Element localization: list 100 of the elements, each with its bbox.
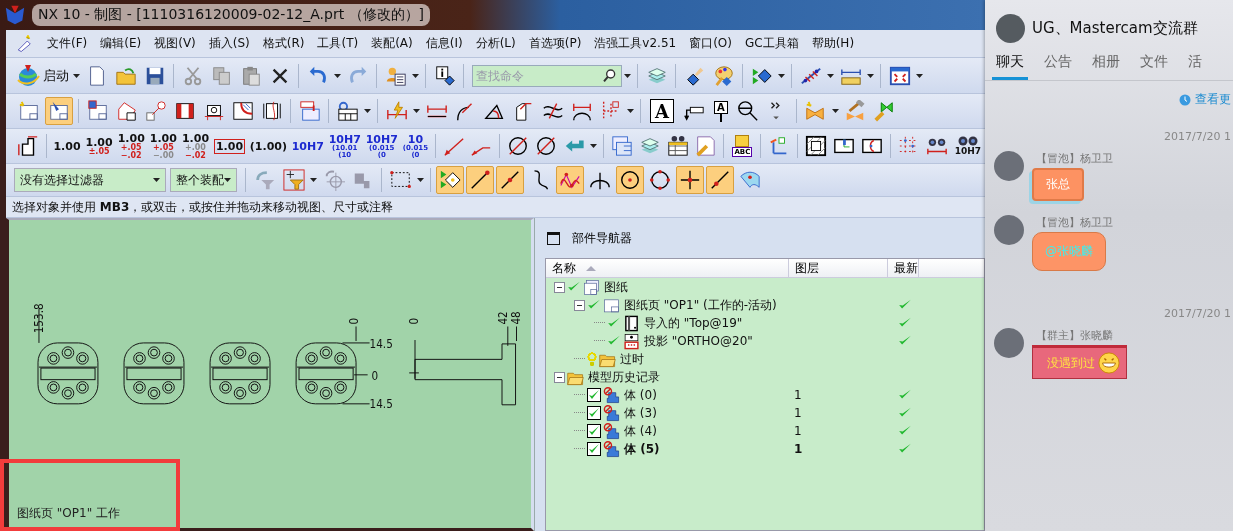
filter-dropdown[interactable]: 整个装配 bbox=[170, 168, 237, 192]
menu-item[interactable]: 工具(T) bbox=[317, 35, 359, 52]
menu-item[interactable]: 格式(R) bbox=[262, 35, 305, 52]
search-field[interactable]: 查找命令 bbox=[472, 64, 622, 87]
menu-item[interactable]: 帮助(H) bbox=[811, 35, 855, 52]
update-view-icon[interactable] bbox=[298, 100, 321, 122]
chat-tab[interactable]: 聊天 bbox=[992, 53, 1028, 80]
dimension-style-button[interactable]: 1.00 bbox=[50, 140, 83, 152]
diameter-icon[interactable] bbox=[507, 135, 530, 157]
dimension-style-button[interactable]: 1.00 ±.05 bbox=[83, 136, 116, 156]
checkbox[interactable] bbox=[587, 424, 601, 438]
caret-icon[interactable] bbox=[364, 109, 371, 113]
filter-dropdown[interactable]: 没有选择过滤器 bbox=[14, 168, 166, 192]
hatched-square-icon[interactable] bbox=[805, 135, 828, 157]
dimension-style-button[interactable]: 1.00 +.05 −.02 bbox=[115, 132, 148, 160]
menu-item[interactable]: 首选项(P) bbox=[528, 35, 582, 52]
table-icon[interactable] bbox=[336, 100, 359, 122]
info-icon[interactable] bbox=[433, 64, 456, 87]
column-header[interactable]: 名称 bbox=[546, 259, 789, 277]
dimension-style-button[interactable]: 1.00 +.00 −.02 bbox=[179, 132, 212, 160]
toggle-button[interactable] bbox=[706, 166, 734, 194]
caret-icon[interactable] bbox=[867, 73, 874, 78]
chat-tab[interactable]: 相册 bbox=[1088, 53, 1124, 80]
frame-dimension-icon[interactable] bbox=[16, 135, 39, 157]
menu-item[interactable]: 视图(V) bbox=[154, 35, 196, 52]
tree-item-label[interactable]: 过时 bbox=[620, 350, 644, 368]
checkbox[interactable] bbox=[587, 406, 601, 420]
hammer-icon[interactable] bbox=[844, 100, 867, 122]
menu-item[interactable]: 分析(L) bbox=[475, 35, 516, 52]
column-header[interactable]: 图层 bbox=[789, 259, 888, 277]
column-header[interactable]: 最新 bbox=[888, 259, 919, 277]
rapid-dimension-icon[interactable] bbox=[385, 100, 408, 122]
tree-item-label[interactable]: 投影 "ORTHO@20" bbox=[644, 332, 753, 350]
caret-icon[interactable] bbox=[417, 178, 424, 182]
tree-item-label[interactable]: 模型历史记录 bbox=[588, 368, 660, 386]
caret-icon[interactable] bbox=[916, 73, 923, 78]
chat-tab[interactable]: 文件 bbox=[1136, 53, 1172, 80]
dimension-style-button[interactable]: 10H7 bbox=[289, 140, 327, 152]
caret-icon[interactable] bbox=[589, 144, 597, 148]
palette-icon[interactable] bbox=[712, 64, 735, 87]
tree-item-label[interactable]: 体 (3) bbox=[624, 404, 657, 422]
caret-icon[interactable] bbox=[827, 73, 834, 78]
checkbox[interactable] bbox=[587, 442, 601, 456]
sheet-wrench-icon[interactable] bbox=[694, 135, 717, 157]
dimension-style-button[interactable]: 1.00 +.05 −.00 bbox=[147, 132, 180, 160]
chat-tab[interactable]: 公告 bbox=[1040, 53, 1076, 80]
tree-item-label[interactable]: 体 (5) bbox=[624, 440, 660, 458]
caret-icon[interactable] bbox=[73, 73, 80, 78]
caret-icon[interactable] bbox=[334, 73, 341, 78]
avatar[interactable] bbox=[994, 151, 1024, 181]
menu-item[interactable]: 窗口(O) bbox=[689, 35, 732, 52]
avatar[interactable] bbox=[994, 328, 1024, 358]
detail-view-icon[interactable] bbox=[115, 100, 138, 122]
base-view-icon[interactable] bbox=[86, 100, 109, 122]
caret-icon[interactable] bbox=[413, 109, 420, 113]
menu-item[interactable]: 浩强工具v2.51 bbox=[594, 35, 677, 52]
toggle-button[interactable] bbox=[496, 166, 524, 194]
wrench-valve-icon[interactable] bbox=[873, 100, 896, 122]
caret-icon[interactable] bbox=[627, 109, 634, 113]
filter-select-icon[interactable] bbox=[282, 169, 305, 191]
menu-bar-icon[interactable] bbox=[16, 34, 34, 53]
menu-item[interactable]: 编辑(E) bbox=[100, 35, 142, 52]
toggle-button[interactable] bbox=[466, 166, 494, 194]
menu-item[interactable]: 插入(S) bbox=[208, 35, 250, 52]
checkbox[interactable] bbox=[587, 388, 601, 402]
caret-icon[interactable] bbox=[153, 178, 160, 182]
fit-view-icon[interactable] bbox=[888, 64, 911, 87]
tree-item-label[interactable]: 图纸页 "OP1" (工作的-活动) bbox=[624, 296, 777, 314]
avatar[interactable] bbox=[994, 215, 1024, 245]
collapse-icon[interactable] bbox=[554, 371, 565, 383]
section-view-icon[interactable] bbox=[173, 100, 196, 122]
collapse-icon[interactable] bbox=[574, 299, 585, 311]
menu-item[interactable]: 信息(I) bbox=[425, 35, 463, 52]
tree-item-label[interactable]: 体 (0) bbox=[624, 386, 657, 404]
tree-item-label[interactable]: 图纸 bbox=[604, 278, 628, 296]
caret-icon[interactable] bbox=[831, 109, 839, 113]
panel-frame-icon[interactable] bbox=[547, 231, 560, 245]
toggle-button[interactable] bbox=[676, 166, 704, 194]
note-tool-icon[interactable]: A bbox=[650, 99, 674, 123]
group-avatar[interactable] bbox=[996, 14, 1025, 43]
toggle-button[interactable] bbox=[45, 97, 73, 125]
dimension-style-button[interactable]: 1.00 bbox=[211, 138, 248, 154]
tree-item-label[interactable]: 体 (4) bbox=[624, 422, 657, 440]
caret-icon[interactable] bbox=[224, 178, 231, 182]
section-line-icon[interactable] bbox=[144, 100, 167, 122]
start-button[interactable]: 启动 bbox=[14, 63, 71, 88]
collapse-icon[interactable] bbox=[554, 281, 565, 293]
caret-icon[interactable] bbox=[412, 73, 419, 78]
radius-symbol-icon[interactable] bbox=[442, 135, 465, 157]
magnifier-icon[interactable] bbox=[737, 100, 760, 122]
caret-icon[interactable] bbox=[624, 73, 631, 78]
caret-icon[interactable] bbox=[778, 73, 785, 78]
toggle-button[interactable] bbox=[436, 166, 464, 194]
sheet-stack-icon[interactable] bbox=[610, 135, 633, 157]
chat-tab[interactable]: 活 bbox=[1184, 53, 1206, 80]
globe-icon[interactable] bbox=[16, 63, 40, 88]
broken-view-icon[interactable] bbox=[260, 100, 283, 122]
toggle-button[interactable] bbox=[616, 166, 644, 194]
dimension-style-button[interactable]: (1.00) bbox=[247, 140, 290, 152]
diameter-icon[interactable] bbox=[535, 135, 558, 157]
